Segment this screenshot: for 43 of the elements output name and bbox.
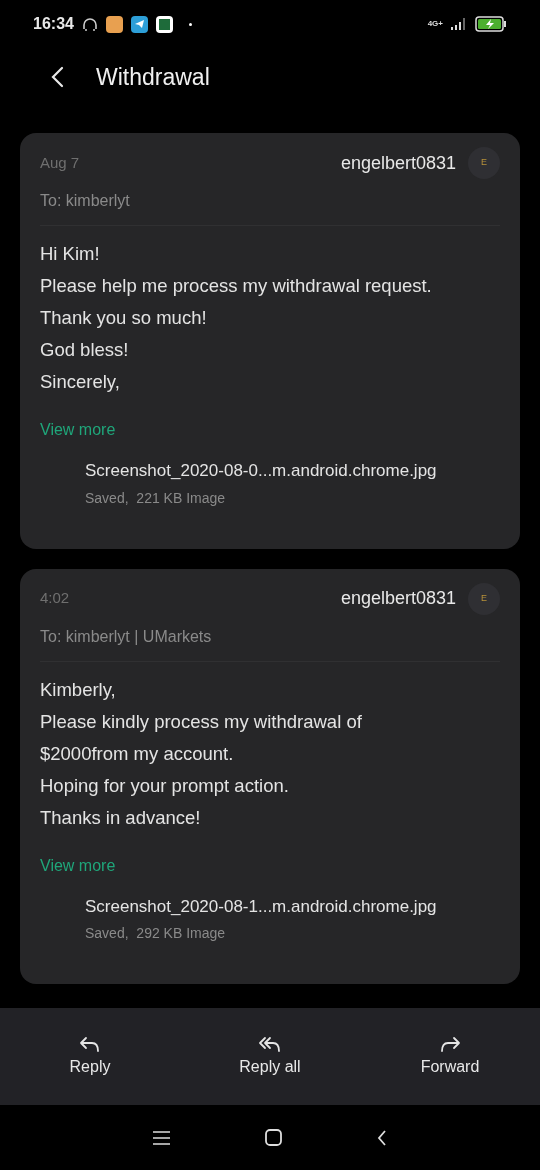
status-time: 16:34 [33,14,74,34]
message-line: Sincerely, [40,370,121,394]
recipient-text: To: kimberlyt [40,192,130,209]
message-line: $2000from my account. [40,741,235,766]
attachment-name: Screenshot_2020-08-1...m.android.chrome.jpg [85,895,438,918]
message-line: God bless! [40,338,130,362]
message-line: Hi Kim! [40,242,101,266]
action-button[interactable]: Forward [420,1034,480,1079]
sender-name: engelbert0831 [340,587,456,610]
message-line: Please help me process my withdrawal request. [40,274,433,298]
view-more-link[interactable]: View more [40,856,116,874]
action-button[interactable]: Reply [69,1034,111,1079]
headphones-icon [81,16,98,32]
message-line: Thank you so much! [40,306,208,330]
telegram-icon [130,15,148,33]
back-icon[interactable] [50,66,64,88]
message-date: 4:02 [40,588,70,609]
forward-icon [438,1034,462,1055]
attachment-name: Screenshot_2020-08-0...m.android.chrome.jpg [85,460,438,482]
menu-icon[interactable] [153,1130,170,1145]
sender-name: engelbert0831 [340,151,456,175]
attachment-info: Saved, 221 KB Image [85,488,227,508]
attachment-item[interactable]: Screenshot_2020-08-1...m.android.chrome.jpg Saved, 292 KB Image [40,877,500,944]
message-line: Please kindly process my withdrawal of [40,709,363,734]
battery-charging-icon [475,16,507,32]
attachment-info: Saved, 292 KB Image [85,924,227,943]
reply-icon [78,1034,102,1055]
attachment-item[interactable]: Screenshot_2020-08-0...m.android.chrome.jpg Saved, 221 KB Image [40,442,500,509]
back-icon[interactable] [377,1129,387,1146]
recipient-text: To: kimberlyt | UMarkets [40,627,212,645]
reply-all-icon [258,1034,282,1055]
sender-avatar[interactable]: E [468,582,500,615]
message-date: Aug 7 [40,152,80,173]
message-line: Hoping for your prompt action. [40,773,290,798]
message-line: Kimberly, [40,677,117,702]
home-icon[interactable] [265,1129,282,1146]
action-button[interactable]: Reply all [239,1034,301,1079]
sender-avatar[interactable]: E [468,147,500,179]
page-title: Withdrawal [96,62,210,92]
signal-icon [451,18,467,30]
network-type: 4G+ [427,20,443,28]
message-line: Thanks in advance! [40,805,202,830]
view-more-link[interactable]: View more [40,421,116,438]
